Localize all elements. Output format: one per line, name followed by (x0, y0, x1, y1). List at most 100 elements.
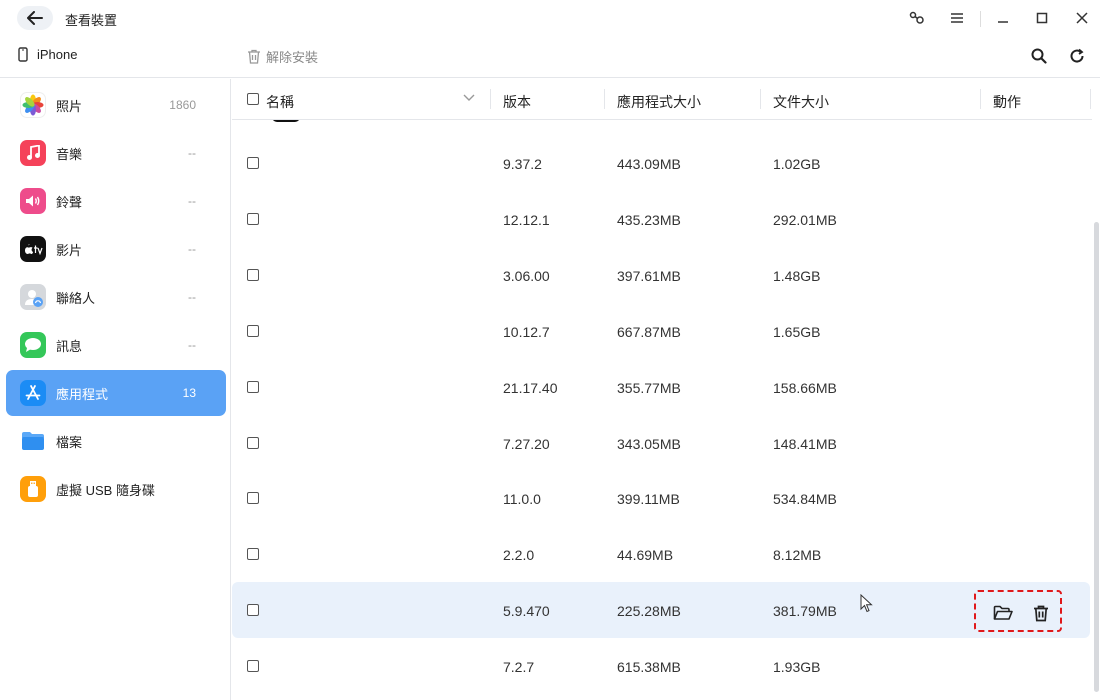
row-checkbox[interactable] (247, 548, 259, 560)
music-icon (20, 140, 46, 166)
sidebar-item-label: 訊息 (56, 338, 83, 354)
row-checkbox[interactable] (247, 325, 259, 337)
minimize-icon (998, 21, 1008, 23)
table-row[interactable]: 7.27.20 343.05MB 148.41MB (232, 415, 1090, 471)
row-checkbox[interactable] (247, 213, 259, 225)
row-checkbox[interactable] (247, 660, 259, 672)
table-row[interactable]: 10.12.7 667.87MB 1.65GB (232, 303, 1090, 359)
ringtone-icon (20, 188, 46, 214)
sidebar-item-label: 聯絡人 (56, 290, 96, 306)
photos-icon (20, 92, 46, 118)
sidebar-item-files[interactable]: 檔案 (6, 418, 226, 464)
sidebar-item-label: 鈴聲 (56, 194, 83, 210)
chevron-down-icon[interactable] (463, 94, 475, 102)
row-checkbox[interactable] (247, 381, 259, 393)
appstore-icon (20, 380, 46, 406)
row-checkbox[interactable] (247, 492, 259, 504)
maximize-icon (1036, 12, 1048, 24)
highlighted-actions-annotation (974, 590, 1062, 632)
sidebar-item-label: 影片 (56, 242, 83, 258)
column-header-actions: 動作 (993, 94, 1021, 110)
sidebar-item-music[interactable]: 音樂 -- (6, 130, 226, 176)
column-header-version[interactable]: 版本 (503, 92, 531, 112)
row-checkbox[interactable] (247, 157, 259, 169)
sidebar-item-count: -- (188, 338, 196, 352)
select-all-checkbox[interactable] (247, 93, 259, 105)
hamburger-icon (951, 13, 963, 23)
sidebar-item-apps[interactable]: 應用程式 13 (6, 370, 226, 416)
app-size-cell: 435.23MB (617, 212, 681, 228)
table-row[interactable]: 21.17.40 355.77MB 158.66MB (232, 359, 1090, 415)
sidebar-item-videos[interactable]: 影片 -- (6, 226, 226, 272)
version-cell: 9.37.2 (503, 156, 542, 172)
sidebar-item-count: -- (188, 290, 196, 304)
link-icon (909, 11, 924, 24)
back-button[interactable] (17, 6, 53, 30)
maximize-button[interactable] (1033, 9, 1051, 27)
table-row[interactable]: 7.2.7 615.38MB 1.93GB (232, 638, 1090, 694)
open-folder-icon (993, 605, 1013, 620)
sidebar: 照片 1860 音樂 -- 鈴聲 -- 影片 -- 聯絡人 -- 訊息 -- 應… (0, 79, 231, 700)
sidebar-item-ringtones[interactable]: 鈴聲 -- (6, 178, 226, 224)
app-size-cell: 443.09MB (617, 156, 681, 172)
title-bar: 查看裝置 (0, 0, 1100, 38)
app-size-cell: 399.11MB (617, 491, 680, 507)
refresh-button[interactable] (1068, 47, 1086, 65)
close-button[interactable] (1073, 9, 1091, 27)
sidebar-item-virtual-usb[interactable]: 虛擬 USB 隨身碟 (6, 466, 226, 512)
row-checkbox[interactable] (247, 604, 259, 616)
column-header-app-size[interactable]: 應用程式大小 (617, 92, 701, 112)
search-button[interactable] (1030, 47, 1048, 65)
search-icon (1031, 48, 1047, 64)
sidebar-item-count: 13 (182, 386, 196, 400)
doc-size-cell: 8.12MB (773, 547, 822, 563)
sidebar-item-label: 應用程式 (56, 386, 109, 402)
version-cell: 11.0.0 (503, 491, 541, 507)
delete-button[interactable] (1031, 603, 1051, 623)
device-selector[interactable]: iPhone (18, 47, 77, 62)
doc-size-cell: 148.41MB (773, 436, 837, 452)
uninstall-label: 解除安裝 (266, 50, 319, 65)
table-row[interactable]: 12.12.1 435.23MB 292.01MB (232, 191, 1090, 247)
doc-size-cell: 1.48GB (773, 268, 821, 284)
phone-icon (18, 47, 28, 62)
row-checkbox[interactable] (247, 437, 259, 449)
column-divider (980, 89, 981, 109)
table-row[interactable]: 9.37.2 443.09MB 1.02GB (232, 135, 1090, 191)
sidebar-item-label: 照片 (56, 98, 83, 114)
usb-icon (20, 476, 46, 502)
version-cell: 12.12.1 (503, 212, 550, 228)
app-icon (272, 120, 300, 122)
menu-button[interactable] (948, 9, 966, 27)
version-cell: 3.06.00 (503, 268, 550, 284)
sidebar-item-contacts[interactable]: 聯絡人 -- (6, 274, 226, 320)
table-row-hovered[interactable]: 5.9.470 225.28MB 381.79MB (232, 582, 1090, 638)
uninstall-button[interactable]: 解除安裝 (247, 47, 318, 66)
trash-icon (248, 49, 260, 64)
device-name: iPhone (37, 47, 78, 62)
open-folder-button[interactable] (993, 603, 1013, 623)
version-cell: 5.9.470 (503, 603, 550, 619)
table-row[interactable]: 3.06.00 397.61MB 1.48GB (232, 247, 1090, 303)
doc-size-cell: 534.84MB (773, 491, 837, 507)
sidebar-item-messages[interactable]: 訊息 -- (6, 322, 226, 368)
table-row[interactable]: 2.2.0 44.69MB 8.12MB (232, 526, 1090, 582)
messages-icon (20, 332, 46, 358)
table-row[interactable]: 11.0.0 399.11MB 534.84MB (232, 470, 1090, 526)
doc-size-cell: 292.01MB (773, 212, 837, 228)
minimize-button[interactable] (994, 9, 1012, 27)
contacts-icon (20, 284, 46, 310)
version-cell: 10.12.7 (503, 324, 550, 340)
sidebar-item-label: 虛擬 USB 隨身碟 (56, 482, 155, 498)
sidebar-item-label: 檔案 (56, 434, 83, 450)
feedback-button[interactable] (908, 9, 926, 27)
app-size-cell: 225.28MB (617, 603, 681, 619)
column-header-doc-size[interactable]: 文件大小 (773, 92, 829, 112)
sidebar-item-photos[interactable]: 照片 1860 (6, 82, 226, 128)
app-size-cell: 397.61MB (617, 268, 681, 284)
doc-size-cell: 158.66MB (773, 380, 837, 396)
app-size-cell: 343.05MB (617, 436, 681, 452)
vertical-scrollbar[interactable] (1094, 222, 1099, 692)
column-header-name[interactable]: 名稱 (266, 92, 294, 112)
row-checkbox[interactable] (247, 269, 259, 281)
